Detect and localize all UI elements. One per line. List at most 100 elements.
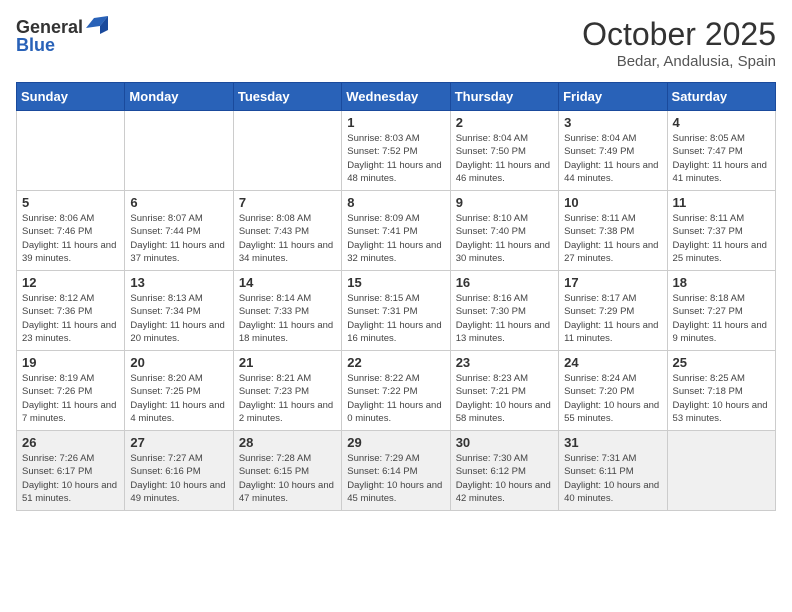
calendar-table: SundayMondayTuesdayWednesdayThursdayFrid…: [16, 82, 776, 511]
calendar-cell: 10 Sunrise: 8:11 AM Sunset: 7:38 PM Dayli…: [559, 191, 667, 271]
column-header-wednesday: Wednesday: [342, 83, 450, 111]
calendar-cell: 3Sunrise: 8:04 AM Sunset: 7:49 PM Daylig…: [559, 111, 667, 191]
day-number: 19: [22, 355, 119, 370]
day-info: Sunrise: 8:08 AM Sunset: 7:43 PM Dayligh…: [239, 212, 336, 265]
day-number: 3: [564, 115, 661, 130]
day-info: Sunrise: 8:03 AM Sunset: 7:52 PM Dayligh…: [347, 132, 444, 185]
calendar-cell: 2 Sunrise: 8:04 AM Sunset: 7:50 PM Daylig…: [450, 111, 558, 191]
day-info: Sunrise: 8:11 AM Sunset: 7:38 PM Dayligh…: [564, 212, 661, 265]
day-number: 22: [347, 355, 444, 370]
calendar-cell: 12 Sunrise: 8:12 AM Sunset: 7:36 PM Dayli…: [17, 271, 125, 351]
day-number: 27: [130, 435, 227, 450]
calendar-cell: 22 Sunrise: 8:22 AM Sunset: 7:22 PM Dayli…: [342, 351, 450, 431]
logo: General Blue: [16, 16, 108, 56]
day-info: Sunrise: 8:22 AM Sunset: 7:22 PM Dayligh…: [347, 372, 444, 425]
day-info: Sunrise: 8:05 AM Sunset: 7:47 PM Dayligh…: [673, 132, 770, 185]
day-number: 14: [239, 275, 336, 290]
calendar-cell: 17Sunrise: 8:17 AM Sunset: 7:29 PM Dayli…: [559, 271, 667, 351]
calendar-cell: 27 Sunrise: 7:27 AM Sunset: 6:16 PM Dayli…: [125, 431, 233, 511]
calendar-cell: [17, 111, 125, 191]
day-number: 24: [564, 355, 661, 370]
day-number: 25: [673, 355, 770, 370]
day-number: 10: [564, 195, 661, 210]
calendar-cell: 23Sunrise: 8:23 AM Sunset: 7:21 PM Dayli…: [450, 351, 558, 431]
calendar-cell: 1 Sunrise: 8:03 AM Sunset: 7:52 PM Daylig…: [342, 111, 450, 191]
day-number: 17: [564, 275, 661, 290]
day-number: 2: [456, 115, 553, 130]
day-info: Sunrise: 8:14 AM Sunset: 7:33 PM Dayligh…: [239, 292, 336, 345]
calendar-cell: 7 Sunrise: 8:08 AM Sunset: 7:43 PM Daylig…: [233, 191, 341, 271]
logo-blue: Blue: [16, 35, 55, 56]
calendar-cell: 6 Sunrise: 8:07 AM Sunset: 7:44 PM Daylig…: [125, 191, 233, 271]
calendar-cell: 26 Sunrise: 7:26 AM Sunset: 6:17 PM Dayli…: [17, 431, 125, 511]
day-info: Sunrise: 7:26 AM Sunset: 6:17 PM Dayligh…: [22, 452, 119, 505]
day-info: Sunrise: 8:10 AM Sunset: 7:40 PM Dayligh…: [456, 212, 553, 265]
day-number: 12: [22, 275, 119, 290]
calendar-cell: 11Sunrise: 8:11 AM Sunset: 7:37 PM Dayli…: [667, 191, 775, 271]
day-info: Sunrise: 7:29 AM Sunset: 6:14 PM Dayligh…: [347, 452, 444, 505]
day-info: Sunrise: 8:16 AM Sunset: 7:30 PM Dayligh…: [456, 292, 553, 345]
calendar-cell: 18Sunrise: 8:18 AM Sunset: 7:27 PM Dayli…: [667, 271, 775, 351]
day-number: 5: [22, 195, 119, 210]
calendar-week-row: 26 Sunrise: 7:26 AM Sunset: 6:17 PM Dayli…: [17, 431, 776, 511]
calendar-cell: [667, 431, 775, 511]
calendar-cell: 30 Sunrise: 7:30 AM Sunset: 6:12 PM Dayli…: [450, 431, 558, 511]
column-header-monday: Monday: [125, 83, 233, 111]
day-info: Sunrise: 8:19 AM Sunset: 7:26 PM Dayligh…: [22, 372, 119, 425]
column-header-tuesday: Tuesday: [233, 83, 341, 111]
calendar-cell: 14 Sunrise: 8:14 AM Sunset: 7:33 PM Dayli…: [233, 271, 341, 351]
calendar-cell: 15Sunrise: 8:15 AM Sunset: 7:31 PM Dayli…: [342, 271, 450, 351]
calendar-week-row: 12 Sunrise: 8:12 AM Sunset: 7:36 PM Dayli…: [17, 271, 776, 351]
day-info: Sunrise: 8:09 AM Sunset: 7:41 PM Dayligh…: [347, 212, 444, 265]
subtitle: Bedar, Andalusia, Spain: [582, 53, 776, 70]
day-number: 16: [456, 275, 553, 290]
calendar-cell: 28 Sunrise: 7:28 AM Sunset: 6:15 PM Dayli…: [233, 431, 341, 511]
calendar-cell: 9Sunrise: 8:10 AM Sunset: 7:40 PM Daylig…: [450, 191, 558, 271]
calendar-cell: 21 Sunrise: 8:21 AM Sunset: 7:23 PM Dayli…: [233, 351, 341, 431]
day-number: 31: [564, 435, 661, 450]
calendar-cell: 16 Sunrise: 8:16 AM Sunset: 7:30 PM Dayli…: [450, 271, 558, 351]
calendar-cell: 4 Sunrise: 8:05 AM Sunset: 7:47 PM Daylig…: [667, 111, 775, 191]
day-info: Sunrise: 7:30 AM Sunset: 6:12 PM Dayligh…: [456, 452, 553, 505]
day-number: 13: [130, 275, 227, 290]
day-info: Sunrise: 7:28 AM Sunset: 6:15 PM Dayligh…: [239, 452, 336, 505]
calendar-cell: 8Sunrise: 8:09 AM Sunset: 7:41 PM Daylig…: [342, 191, 450, 271]
day-number: 7: [239, 195, 336, 210]
day-info: Sunrise: 7:27 AM Sunset: 6:16 PM Dayligh…: [130, 452, 227, 505]
day-number: 28: [239, 435, 336, 450]
day-number: 4: [673, 115, 770, 130]
day-number: 21: [239, 355, 336, 370]
calendar-week-row: 1 Sunrise: 8:03 AM Sunset: 7:52 PM Daylig…: [17, 111, 776, 191]
day-number: 11: [673, 195, 770, 210]
calendar-header-row: SundayMondayTuesdayWednesdayThursdayFrid…: [17, 83, 776, 111]
day-number: 1: [347, 115, 444, 130]
calendar-cell: [233, 111, 341, 191]
day-info: Sunrise: 8:12 AM Sunset: 7:36 PM Dayligh…: [22, 292, 119, 345]
day-info: Sunrise: 8:21 AM Sunset: 7:23 PM Dayligh…: [239, 372, 336, 425]
column-header-friday: Friday: [559, 83, 667, 111]
calendar-cell: 19 Sunrise: 8:19 AM Sunset: 7:26 PM Dayli…: [17, 351, 125, 431]
column-header-thursday: Thursday: [450, 83, 558, 111]
day-number: 29: [347, 435, 444, 450]
day-info: Sunrise: 8:04 AM Sunset: 7:50 PM Dayligh…: [456, 132, 553, 185]
calendar-cell: [125, 111, 233, 191]
day-info: Sunrise: 8:15 AM Sunset: 7:31 PM Dayligh…: [347, 292, 444, 345]
day-info: Sunrise: 8:07 AM Sunset: 7:44 PM Dayligh…: [130, 212, 227, 265]
day-info: Sunrise: 8:13 AM Sunset: 7:34 PM Dayligh…: [130, 292, 227, 345]
calendar-week-row: 5 Sunrise: 8:06 AM Sunset: 7:46 PM Daylig…: [17, 191, 776, 271]
day-info: Sunrise: 8:20 AM Sunset: 7:25 PM Dayligh…: [130, 372, 227, 425]
day-number: 23: [456, 355, 553, 370]
day-info: Sunrise: 7:31 AM Sunset: 6:11 PM Dayligh…: [564, 452, 661, 505]
calendar-cell: 24Sunrise: 8:24 AM Sunset: 7:20 PM Dayli…: [559, 351, 667, 431]
column-header-sunday: Sunday: [17, 83, 125, 111]
logo-bird-icon: [86, 16, 108, 34]
day-number: 6: [130, 195, 227, 210]
header: General Blue October 2025 Bedar, Andalus…: [16, 16, 776, 70]
day-number: 26: [22, 435, 119, 450]
day-number: 30: [456, 435, 553, 450]
day-number: 20: [130, 355, 227, 370]
calendar-cell: 29 Sunrise: 7:29 AM Sunset: 6:14 PM Dayli…: [342, 431, 450, 511]
calendar-cell: 31 Sunrise: 7:31 AM Sunset: 6:11 PM Dayli…: [559, 431, 667, 511]
calendar-cell: 5 Sunrise: 8:06 AM Sunset: 7:46 PM Daylig…: [17, 191, 125, 271]
day-info: Sunrise: 8:06 AM Sunset: 7:46 PM Dayligh…: [22, 212, 119, 265]
